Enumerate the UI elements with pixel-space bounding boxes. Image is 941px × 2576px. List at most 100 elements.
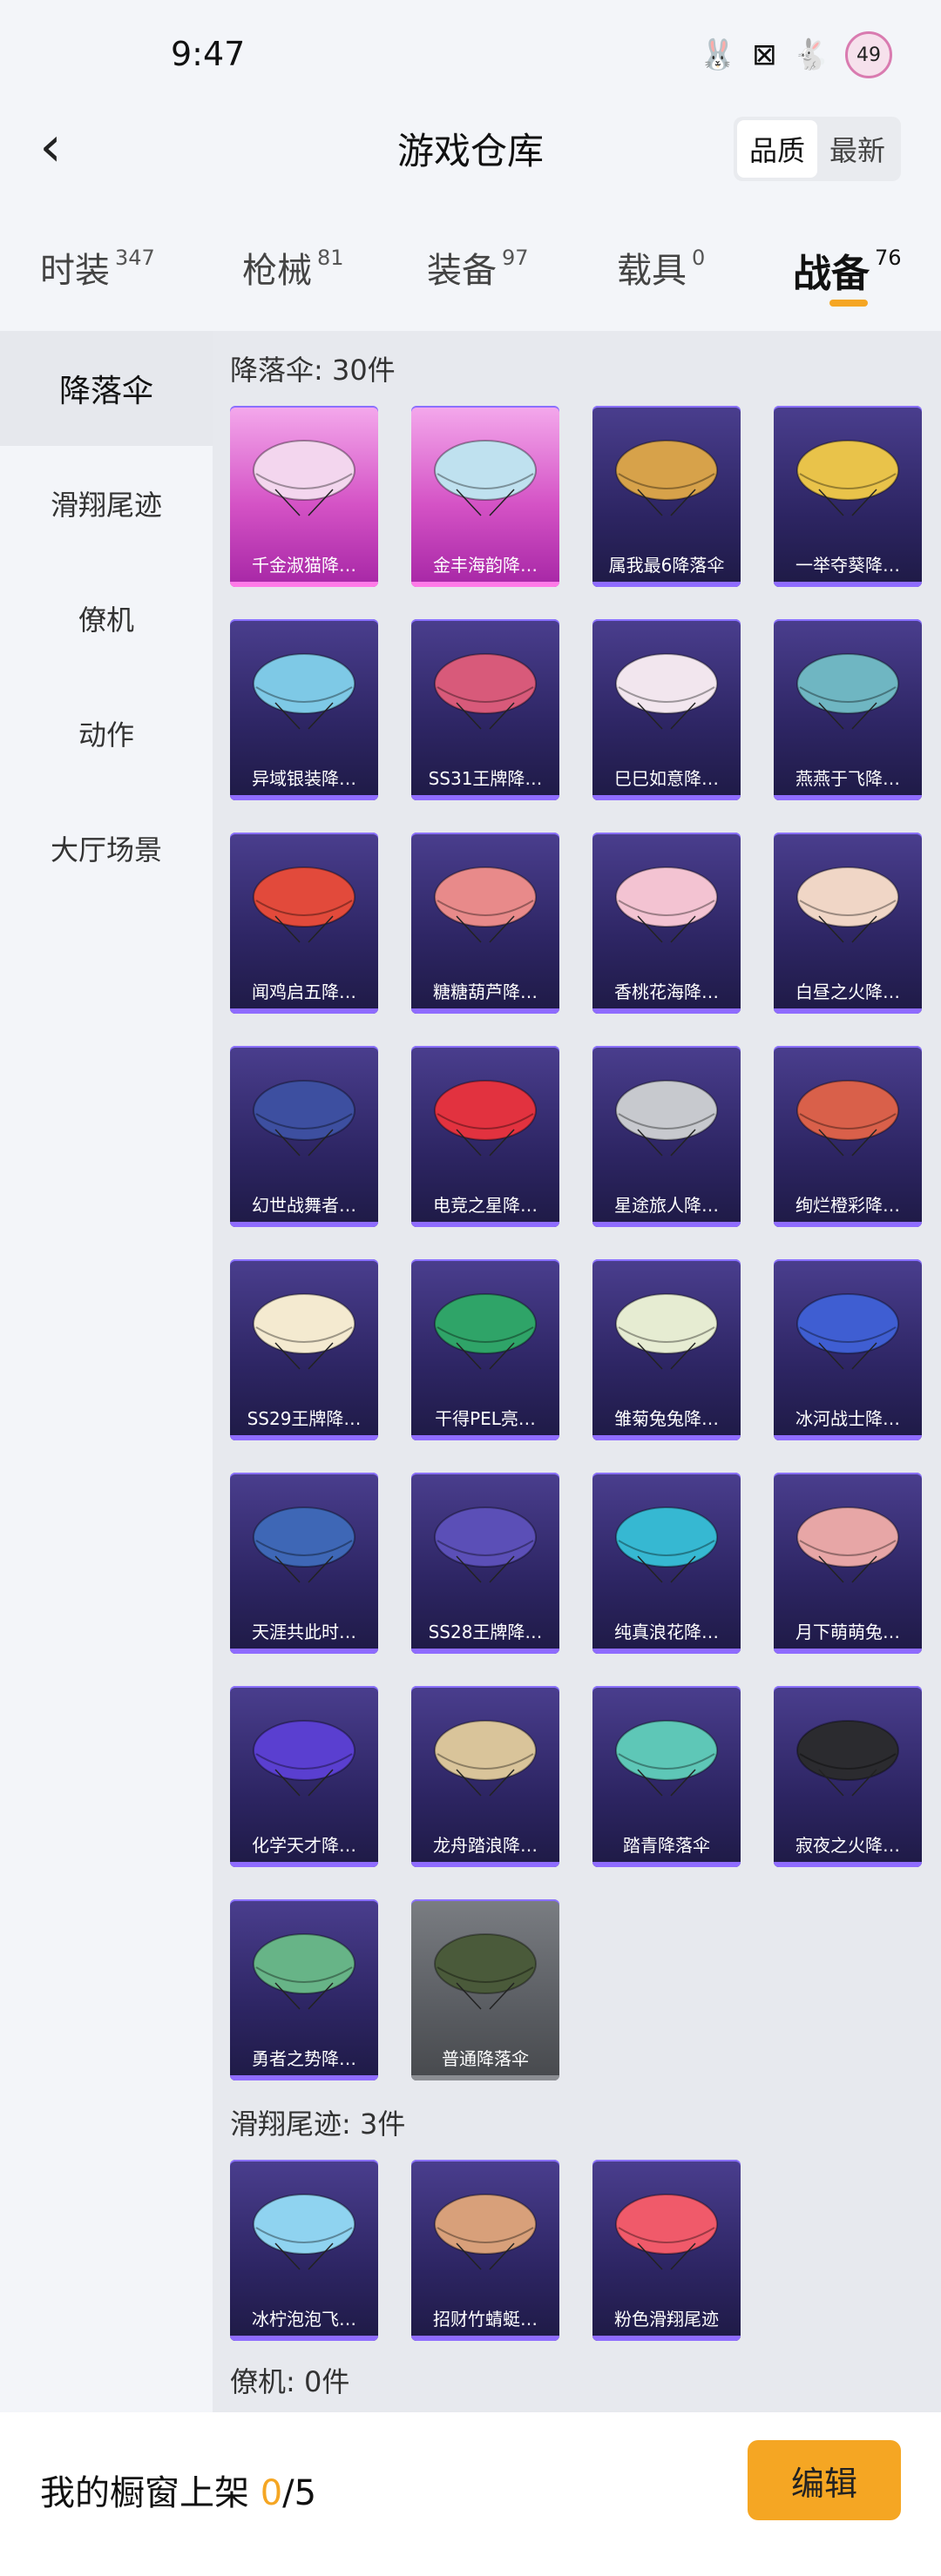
item-card[interactable]: 纯真浪花降… [592, 1473, 741, 1654]
rarity-bar [592, 1862, 741, 1867]
tab-guns[interactable]: 枪械 81 [242, 242, 344, 293]
rarity-bar [230, 795, 378, 800]
item-label: 纯真浪花降… [614, 1622, 719, 1642]
item-image [796, 867, 899, 943]
item-label: 冰河战士降… [795, 1408, 900, 1429]
item-card[interactable]: 冰柠泡泡飞… [230, 2160, 378, 2341]
item-card[interactable]: SS29王牌降… [230, 1259, 378, 1440]
item-image [253, 867, 355, 943]
item-card[interactable]: 踏青降落伞 [592, 1686, 741, 1867]
sort-newest-button[interactable]: 最新 [817, 120, 897, 178]
showcase-status: 我的橱窗上架 0/5 [40, 2473, 317, 2513]
content-panel: 降落伞: 30件 千金淑猫降… 金丰海韵降… 属我最6降落伞 一举夺葵降… 异域银装降…… [213, 331, 941, 2412]
item-label: 寂夜之火降… [795, 1835, 900, 1856]
tab-vehicles[interactable]: 载具 0 [617, 242, 705, 293]
rarity-bar [592, 2336, 741, 2341]
rarity-bar [774, 1435, 922, 1440]
item-card[interactable]: 绚烂橙彩降… [774, 1046, 922, 1227]
item-card[interactable]: 香桃花海降… [592, 833, 741, 1014]
item-image [434, 1933, 537, 2010]
item-card[interactable]: 千金淑猫降… [230, 406, 378, 587]
item-card[interactable]: 雏菊兔兔降… [592, 1259, 741, 1440]
item-label: 普通降落伞 [442, 2048, 529, 2069]
item-card[interactable]: 干得PEL亮… [411, 1259, 559, 1440]
rarity-bar [592, 1222, 741, 1227]
rarity-bar [774, 1862, 922, 1867]
item-label: 香桃花海降… [614, 981, 719, 1002]
item-card[interactable]: 巳巳如意降… [592, 619, 741, 800]
item-card[interactable]: SS31王牌降… [411, 619, 559, 800]
status-time: 9:47 [171, 35, 246, 73]
tab-equipment[interactable]: 装备 97 [427, 242, 529, 293]
active-tab-indicator [829, 300, 868, 307]
item-image [796, 653, 899, 730]
item-label: 属我最6降落伞 [608, 555, 725, 576]
item-image [615, 2194, 718, 2270]
rarity-bar [411, 582, 559, 587]
item-card[interactable]: 金丰海韵降… [411, 406, 559, 587]
item-card[interactable]: 勇者之势降… [230, 1899, 378, 2080]
item-label: SS28王牌降… [428, 1622, 543, 1642]
item-card[interactable]: 一举夺葵降… [774, 406, 922, 587]
item-card[interactable]: 冰河战士降… [774, 1259, 922, 1440]
item-card[interactable]: 招财竹蜻蜓… [411, 2160, 559, 2341]
sort-quality-button[interactable]: 品质 [736, 120, 817, 178]
item-label: 冰柠泡泡飞… [252, 2309, 356, 2330]
item-image [615, 440, 718, 516]
item-image [434, 440, 537, 516]
item-label: 踏青降落伞 [623, 1835, 710, 1856]
item-card[interactable]: 龙舟踏浪降… [411, 1686, 559, 1867]
item-card[interactable]: 寂夜之火降… [774, 1686, 922, 1867]
sidebar-item-parachute[interactable]: 降落伞 [0, 331, 213, 446]
item-card[interactable]: 天涯共此时… [230, 1473, 378, 1654]
item-label: SS29王牌降… [247, 1408, 362, 1429]
item-label: 化学天才降… [252, 1835, 356, 1856]
status-icons: 🐰 ⊠ 🐇 49 [700, 31, 892, 78]
item-label: 天涯共此时… [252, 1622, 356, 1642]
item-card[interactable]: 闻鸡启五降… [230, 833, 378, 1014]
rarity-bar [592, 1435, 741, 1440]
item-image [434, 1507, 537, 1583]
item-card[interactable]: 粉色滑翔尾迹 [592, 2160, 741, 2341]
item-image [434, 653, 537, 730]
item-image [796, 1720, 899, 1797]
rarity-bar [774, 1649, 922, 1654]
rarity-bar [411, 1222, 559, 1227]
item-card[interactable]: 属我最6降落伞 [592, 406, 741, 587]
rarity-bar [774, 1008, 922, 1014]
item-label: 绚烂橙彩降… [795, 1195, 900, 1216]
item-image [253, 2194, 355, 2270]
header: ‹ 游戏仓库 品质 最新 [0, 105, 941, 200]
item-label: 粉色滑翔尾迹 [614, 2309, 719, 2330]
category-tabs: 时装 347 枪械 81 装备 97 载具 0 战备 76 [0, 233, 941, 329]
item-label: 一举夺葵降… [795, 555, 900, 576]
sidebar-item-wingman[interactable]: 僚机 [0, 561, 213, 676]
sidebar-item-glide-trail[interactable]: 滑翔尾迹 [0, 446, 213, 561]
item-label: 燕燕于飞降… [795, 768, 900, 789]
item-card[interactable]: 普通降落伞 [411, 1899, 559, 2080]
item-image [434, 1080, 537, 1157]
tab-combat-gear[interactable]: 战备 76 [793, 242, 902, 298]
item-label: 招财竹蜻蜓… [433, 2309, 538, 2330]
item-card[interactable]: 电竞之星降… [411, 1046, 559, 1227]
wingman-section-title: 僚机: 0件 [230, 2365, 350, 2398]
item-card[interactable]: 白昼之火降… [774, 833, 922, 1014]
item-label: SS31王牌降… [428, 768, 543, 789]
edit-button[interactable]: 编辑 [748, 2440, 901, 2520]
rarity-bar [230, 1862, 378, 1867]
item-card[interactable]: 化学天才降… [230, 1686, 378, 1867]
parachute-section-title: 降落伞: 30件 [230, 354, 396, 387]
sidebar-item-lobby-scene[interactable]: 大厅场景 [0, 791, 213, 906]
sidebar-item-emote[interactable]: 动作 [0, 676, 213, 791]
item-card[interactable]: 幻世战舞者… [230, 1046, 378, 1227]
item-card[interactable]: 月下萌萌兔… [774, 1473, 922, 1654]
item-image [796, 1293, 899, 1370]
item-card[interactable]: 星途旅人降… [592, 1046, 741, 1227]
item-card[interactable]: 糖糖葫芦降… [411, 833, 559, 1014]
item-card[interactable]: 燕燕于飞降… [774, 619, 922, 800]
item-card[interactable]: SS28王牌降… [411, 1473, 559, 1654]
tab-fashion[interactable]: 时装 347 [40, 242, 155, 293]
item-image [253, 1080, 355, 1157]
item-card[interactable]: 异域银装降… [230, 619, 378, 800]
item-label: 星途旅人降… [614, 1195, 719, 1216]
